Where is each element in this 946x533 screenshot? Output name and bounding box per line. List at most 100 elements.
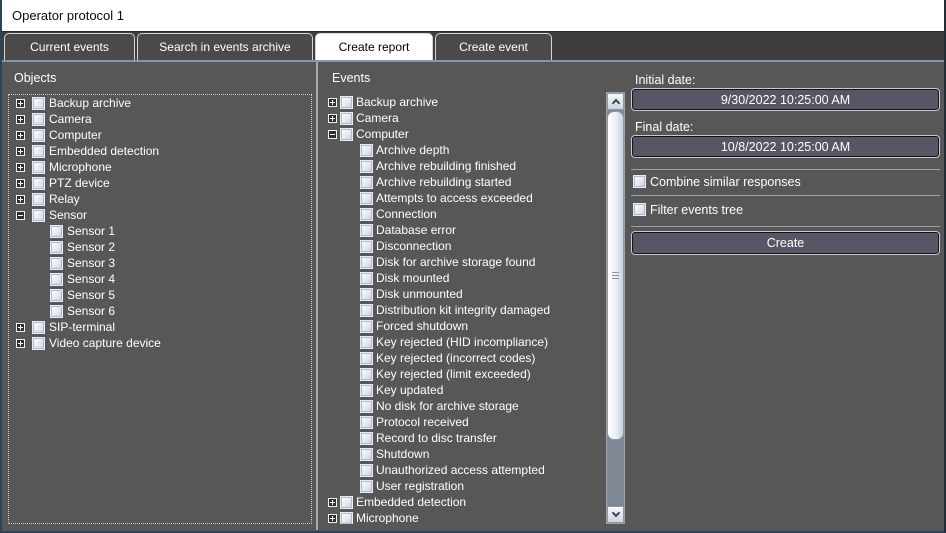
expand-plus-icon[interactable] (328, 98, 337, 107)
tree-checkbox[interactable] (360, 320, 373, 333)
tree-item[interactable]: Disconnection (324, 238, 605, 254)
tree-checkbox[interactable] (360, 336, 373, 349)
tree-checkbox[interactable] (32, 177, 45, 190)
tree-checkbox[interactable] (340, 512, 353, 525)
tree-checkbox[interactable] (360, 272, 373, 285)
tree-item[interactable]: Forced shutdown (324, 318, 605, 334)
events-scrollbar[interactable] (606, 92, 625, 524)
tree-item[interactable]: Sensor 3 (9, 255, 311, 271)
expand-plus-icon[interactable] (16, 179, 25, 188)
tree-item[interactable]: Database error (324, 222, 605, 238)
panel-splitter[interactable] (316, 62, 318, 530)
tree-item[interactable]: Sensor 6 (9, 303, 311, 319)
tree-checkbox[interactable] (360, 384, 373, 397)
tree-checkbox[interactable] (340, 128, 353, 141)
tree-checkbox[interactable] (50, 225, 63, 238)
tree-item[interactable]: Embedded detection (324, 494, 605, 510)
tree-checkbox[interactable] (32, 145, 45, 158)
tree-item[interactable]: Key rejected (HID incompliance) (324, 334, 605, 350)
combine-similar-responses-checkbox[interactable] (633, 175, 646, 188)
tree-item[interactable]: SIP-terminal (9, 319, 311, 335)
tree-item[interactable]: Backup archive (9, 95, 311, 111)
tree-item[interactable]: Microphone (9, 159, 311, 175)
expand-plus-icon[interactable] (328, 114, 337, 123)
tree-checkbox[interactable] (32, 97, 45, 110)
collapse-minus-icon[interactable] (16, 211, 25, 220)
expand-plus-icon[interactable] (328, 514, 337, 523)
tree-checkbox[interactable] (360, 368, 373, 381)
tree-item[interactable]: User registration (324, 478, 605, 494)
tree-checkbox[interactable] (360, 400, 373, 413)
tree-checkbox[interactable] (340, 112, 353, 125)
tree-item[interactable]: Sensor (9, 207, 311, 223)
tree-item[interactable]: Camera (9, 111, 311, 127)
tree-item[interactable]: No disk for archive storage (324, 398, 605, 414)
titlebar[interactable]: Operator protocol 1 (2, 0, 944, 32)
tree-checkbox[interactable] (50, 289, 63, 302)
expand-plus-icon[interactable] (16, 131, 25, 140)
tree-item[interactable]: Disk for archive storage found (324, 254, 605, 270)
initial-date-picker[interactable]: 9/30/2022 10:25:00 AM (632, 89, 939, 110)
scrollbar-thumb[interactable] (607, 111, 624, 440)
tree-item[interactable]: Camera (324, 110, 605, 126)
tree-checkbox[interactable] (50, 257, 63, 270)
tree-checkbox[interactable] (360, 352, 373, 365)
tree-item[interactable]: Record to disc transfer (324, 430, 605, 446)
tree-checkbox[interactable] (32, 209, 45, 222)
tab-current-events[interactable]: Current events (4, 33, 135, 60)
tree-item[interactable]: Protocol received (324, 414, 605, 430)
tree-item[interactable]: Archive depth (324, 142, 605, 158)
tree-checkbox[interactable] (32, 161, 45, 174)
tree-item[interactable]: Relay (9, 191, 311, 207)
tree-item[interactable]: Connection (324, 206, 605, 222)
tree-item[interactable]: Archive rebuilding finished (324, 158, 605, 174)
tree-checkbox[interactable] (340, 496, 353, 509)
tree-checkbox[interactable] (340, 96, 353, 109)
tree-checkbox[interactable] (360, 448, 373, 461)
tree-checkbox[interactable] (360, 208, 373, 221)
final-date-picker[interactable]: 10/8/2022 10:25:00 AM (632, 136, 939, 157)
tree-checkbox[interactable] (360, 176, 373, 189)
tree-item[interactable]: Disk unmounted (324, 286, 605, 302)
tree-item[interactable]: Attempts to access exceeded (324, 190, 605, 206)
tree-item[interactable]: PTZ device (9, 175, 311, 191)
tree-item[interactable]: Sensor 1 (9, 223, 311, 239)
tree-item[interactable]: Distribution kit integrity damaged (324, 302, 605, 318)
tab-search-in-events-archive[interactable]: Search in events archive (137, 33, 313, 60)
tree-item[interactable]: Sensor 2 (9, 239, 311, 255)
tree-checkbox[interactable] (360, 240, 373, 253)
tree-item[interactable]: Key rejected (incorrect codes) (324, 350, 605, 366)
tree-item[interactable]: Shutdown (324, 446, 605, 462)
tree-checkbox[interactable] (360, 288, 373, 301)
tree-checkbox[interactable] (32, 129, 45, 142)
tree-item[interactable]: Embedded detection (9, 143, 311, 159)
tree-item[interactable]: Backup archive (324, 94, 605, 110)
tab-create-report[interactable]: Create report (315, 33, 433, 60)
expand-plus-icon[interactable] (16, 323, 25, 332)
tree-item[interactable]: Microphone (324, 510, 605, 524)
tree-checkbox[interactable] (32, 337, 45, 350)
tree-checkbox[interactable] (360, 480, 373, 493)
tree-item[interactable]: Computer (9, 127, 311, 143)
expand-plus-icon[interactable] (16, 339, 25, 348)
expand-plus-icon[interactable] (16, 163, 25, 172)
scroll-down-button[interactable] (607, 506, 624, 523)
tree-item[interactable]: Computer (324, 126, 605, 142)
tree-checkbox[interactable] (50, 273, 63, 286)
tree-checkbox[interactable] (360, 464, 373, 477)
tree-checkbox[interactable] (360, 304, 373, 317)
expand-plus-icon[interactable] (16, 195, 25, 204)
tree-checkbox[interactable] (360, 256, 373, 269)
expand-plus-icon[interactable] (16, 99, 25, 108)
tree-checkbox[interactable] (360, 144, 373, 157)
tree-checkbox[interactable] (360, 224, 373, 237)
filter-events-tree-checkbox[interactable] (633, 203, 646, 216)
tree-checkbox[interactable] (360, 416, 373, 429)
create-button[interactable]: Create (632, 232, 939, 254)
tree-item[interactable]: Key updated (324, 382, 605, 398)
expand-plus-icon[interactable] (16, 147, 25, 156)
expand-plus-icon[interactable] (328, 498, 337, 507)
tree-item[interactable]: Key rejected (limit exceeded) (324, 366, 605, 382)
expand-plus-icon[interactable] (16, 115, 25, 124)
tree-item[interactable]: Unauthorized access attempted (324, 462, 605, 478)
